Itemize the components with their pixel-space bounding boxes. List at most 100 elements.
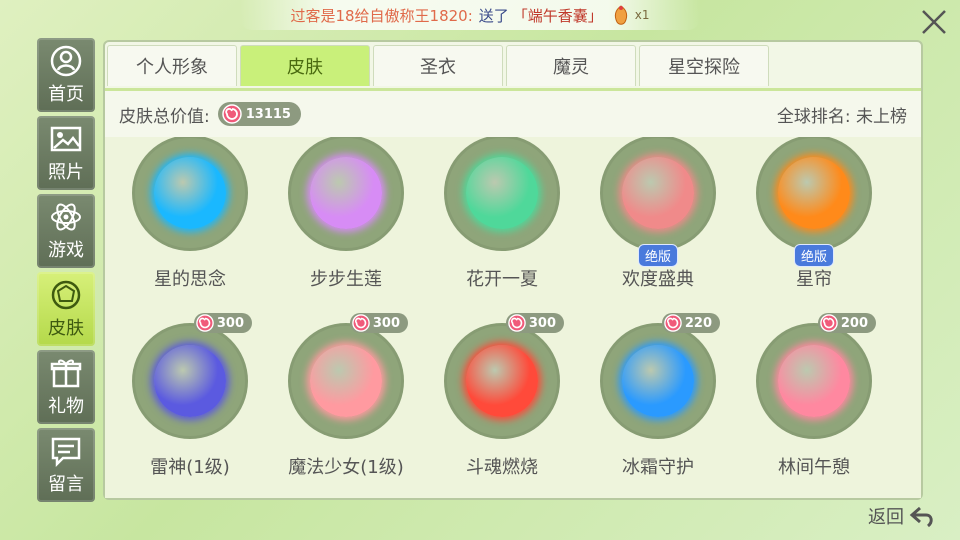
- broadcast-sent: 送了: [478, 6, 509, 25]
- sidebar-item-home[interactable]: 首页: [37, 38, 95, 112]
- skin-name: 林间午憩: [778, 457, 850, 478]
- message-icon: [51, 437, 81, 468]
- ball-icon: [51, 280, 81, 310]
- close-icon: [922, 10, 946, 34]
- skin-item[interactable]: 步步生莲: [271, 137, 421, 305]
- skin-name: 魔法少女(1级): [288, 457, 404, 478]
- tab-star-adventure[interactable]: 星空探险: [639, 45, 769, 86]
- skin-disc: [132, 137, 248, 251]
- total-value: 13115: [245, 106, 291, 122]
- gift-icon: [50, 359, 82, 388]
- skin-orb: [622, 157, 694, 229]
- skin-disc: 300: [132, 313, 252, 439]
- skin-orb: [778, 157, 850, 229]
- skin-disc: [288, 137, 404, 251]
- broadcast-gift: 「端午香囊」: [512, 6, 603, 25]
- skin-item[interactable]: 星的思念: [115, 137, 265, 305]
- price-badge: 220: [661, 313, 720, 333]
- skin-item[interactable]: 绝版 星帘: [739, 137, 889, 305]
- atom-icon: [51, 203, 81, 231]
- sidebar-item-label: 照片: [48, 162, 84, 183]
- skin-orb: [154, 345, 226, 417]
- tab-holy-armor[interactable]: 圣衣: [373, 45, 503, 86]
- sidebar-item-skins[interactable]: 皮肤: [37, 272, 95, 346]
- total-value-badge: 13115: [217, 102, 301, 126]
- sidebar: 首页 照片 游戏 皮肤 礼物 留言: [37, 38, 97, 506]
- skin-disc: 绝版: [756, 137, 872, 267]
- skin-item[interactable]: 300 斗魂燃烧: [427, 313, 577, 493]
- candy-coin-icon: [196, 314, 214, 332]
- skin-item[interactable]: 绝版 欢度盛典: [583, 137, 733, 305]
- candy-coin-icon: [820, 314, 838, 332]
- global-rank: 全球排名: 未上榜: [776, 106, 907, 127]
- skin-disc: 300: [288, 313, 408, 439]
- skin-item[interactable]: 300 雷神(1级): [115, 313, 265, 493]
- back-label: 返回: [868, 507, 904, 528]
- skin-name: 斗魂燃烧: [466, 457, 538, 478]
- skin-name: 冰霜守护: [622, 457, 694, 478]
- skin-orb: [310, 345, 382, 417]
- price-value: 220: [684, 315, 712, 331]
- price-badge: 300: [193, 313, 252, 333]
- sidebar-item-games[interactable]: 游戏: [37, 194, 95, 268]
- price-badge: 200: [817, 313, 876, 333]
- tab-bar: 个人形象 皮肤 圣衣 魔灵 星空探险: [105, 42, 772, 91]
- price-value: 300: [372, 315, 400, 331]
- price-value: 300: [528, 315, 556, 331]
- sidebar-item-messages[interactable]: 留言: [37, 428, 95, 502]
- skin-item[interactable]: 220 冰霜守护: [583, 313, 733, 493]
- candy-coin-icon: [352, 314, 370, 332]
- candy-coin-icon: [664, 314, 682, 332]
- skin-orb: [466, 345, 538, 417]
- skin-orb: [622, 345, 694, 417]
- skin-item[interactable]: 300 魔法少女(1级): [271, 313, 421, 493]
- skin-value-label: 皮肤总价值:: [119, 106, 210, 127]
- skin-item[interactable]: 200 林间午憩: [739, 313, 889, 493]
- price-badge: 300: [349, 313, 408, 333]
- back-button[interactable]: 返回: [868, 502, 936, 530]
- skin-name: 花开一夏: [466, 269, 538, 290]
- sidebar-item-gifts[interactable]: 礼物: [37, 350, 95, 424]
- skin-panel: 个人形象 皮肤 圣衣 魔灵 星空探险 皮肤总价值: 13115 全球排名: 未上…: [103, 40, 923, 500]
- skin-disc: 220: [600, 313, 720, 439]
- skin-disc: 绝版: [600, 137, 716, 267]
- user-icon: [50, 45, 82, 77]
- skin-orb: [466, 157, 538, 229]
- limited-badge: 绝版: [637, 244, 679, 267]
- skin-name: 星帘: [796, 269, 832, 290]
- skin-orb: [310, 157, 382, 229]
- sidebar-item-photos[interactable]: 照片: [37, 116, 95, 190]
- broadcast-prefix: 过客是18: [290, 6, 355, 25]
- close-button[interactable]: [916, 4, 952, 40]
- tab-spirits[interactable]: 魔灵: [506, 45, 636, 86]
- skin-item[interactable]: 花开一夏: [427, 137, 577, 305]
- price-value: 300: [216, 315, 244, 331]
- price-value: 200: [840, 315, 868, 331]
- limited-badge: 绝版: [793, 244, 835, 267]
- sidebar-item-label: 游戏: [48, 240, 84, 261]
- sachet-icon: [614, 5, 627, 25]
- skin-orb: [778, 345, 850, 417]
- candy-coin-icon: [508, 314, 526, 332]
- skin-name: 欢度盛典: [622, 269, 694, 290]
- skin-orb: [154, 157, 226, 229]
- price-badge: 300: [505, 313, 564, 333]
- sidebar-item-label: 礼物: [48, 396, 84, 417]
- broadcast-count: x1: [634, 8, 650, 22]
- skin-name: 步步生莲: [310, 269, 382, 290]
- skin-grid[interactable]: 星的思念 步步生莲 花开一夏 绝版 欢度盛典 绝版 星帘 300 雷神(1级) 300 魔法少女(1…: [105, 137, 921, 498]
- skin-disc: 200: [756, 313, 876, 439]
- broadcast-mid: 给自傲称王1820:: [354, 6, 473, 25]
- sidebar-item-label: 留言: [48, 474, 84, 495]
- tab-skins[interactable]: 皮肤: [240, 45, 370, 86]
- skin-name: 雷神(1级): [150, 457, 230, 478]
- skin-disc: 300: [444, 313, 564, 439]
- tab-avatar[interactable]: 个人形象: [107, 45, 237, 86]
- candy-coin-icon: [221, 104, 242, 124]
- sidebar-item-label: 首页: [48, 84, 84, 105]
- skin-name: 星的思念: [154, 269, 226, 290]
- photo-icon: [50, 126, 82, 152]
- back-arrow-icon: [909, 506, 933, 528]
- sidebar-item-label: 皮肤: [48, 318, 84, 339]
- skin-value-bar: 皮肤总价值: 13115 全球排名: 未上榜: [105, 91, 921, 137]
